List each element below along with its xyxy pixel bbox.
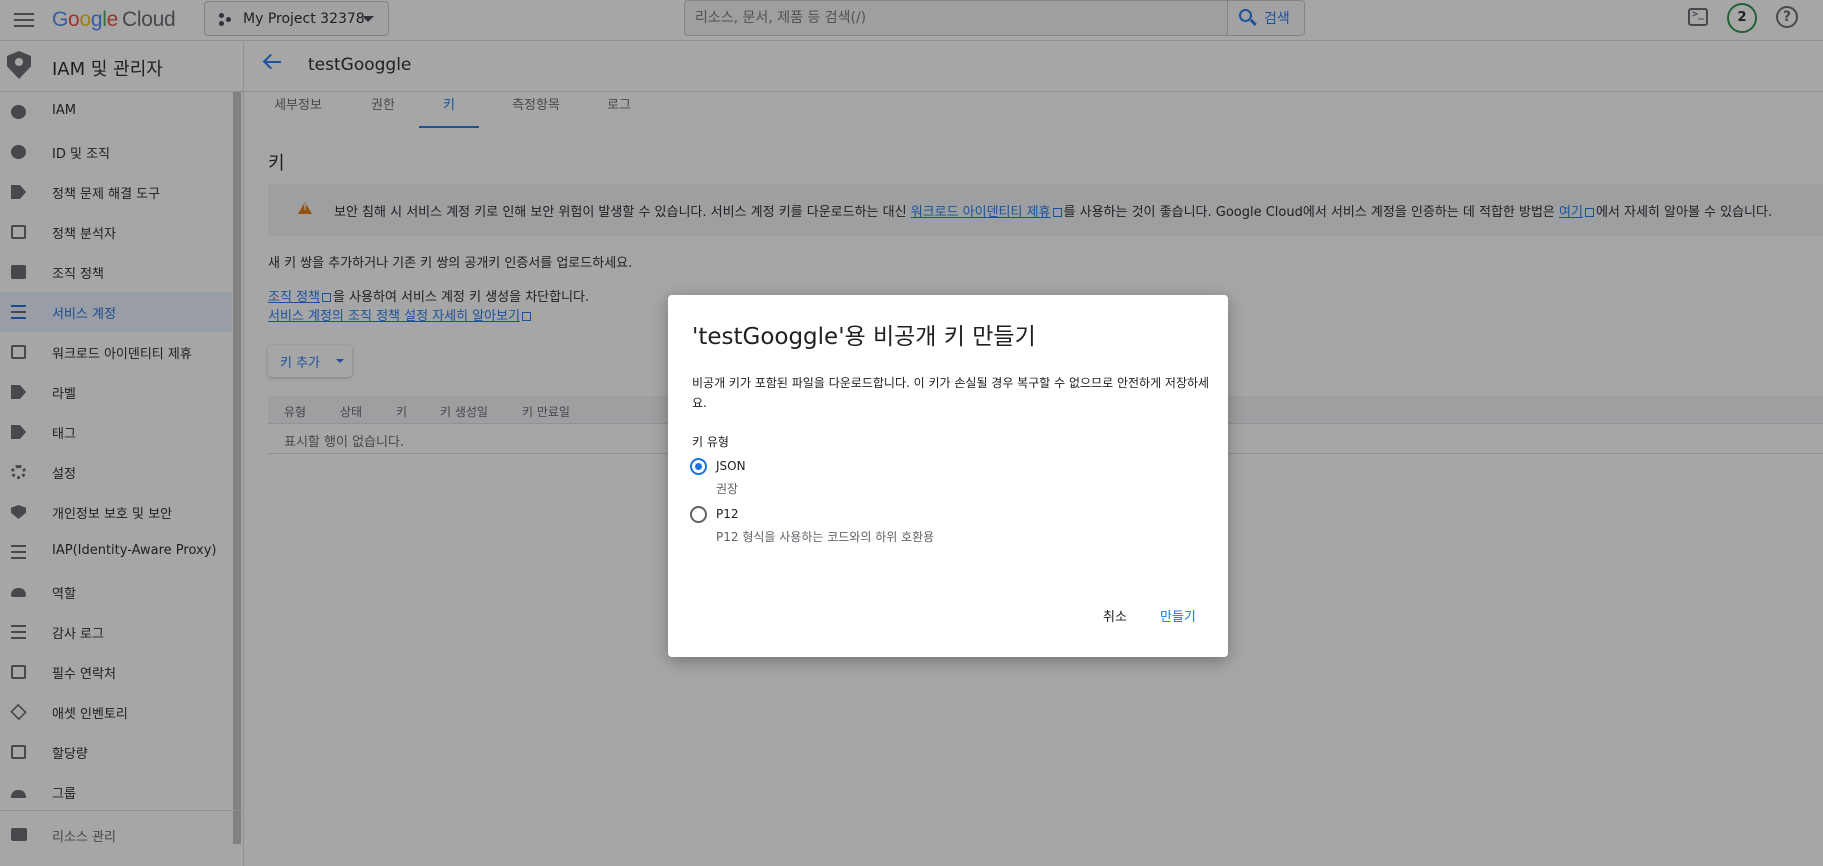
radio-button-p12[interactable]: [690, 506, 707, 523]
create-button[interactable]: 만들기: [1160, 606, 1196, 625]
radio-sub-p12: P12 형식을 사용하는 코드와의 하위 호환용: [716, 530, 935, 544]
radio-sub-json: 권장: [716, 482, 739, 496]
cancel-button[interactable]: 취소: [1103, 606, 1127, 625]
radio-label-p12: P12: [716, 507, 739, 521]
dialog-title: 'testGooggle'용 비공개 키 만들기: [692, 324, 1036, 350]
dialog-description: 비공개 키가 포함된 파일을 다운로드합니다. 이 키가 손실될 경우 복구할 …: [692, 376, 1210, 410]
key-type-label: 키 유형: [692, 435, 729, 449]
radio-label-json: JSON: [716, 459, 746, 473]
radio-button-json[interactable]: [690, 458, 707, 475]
create-private-key-dialog: 'testGooggle'용 비공개 키 만들기 비공개 키가 포함된 파일을 …: [668, 295, 1228, 657]
